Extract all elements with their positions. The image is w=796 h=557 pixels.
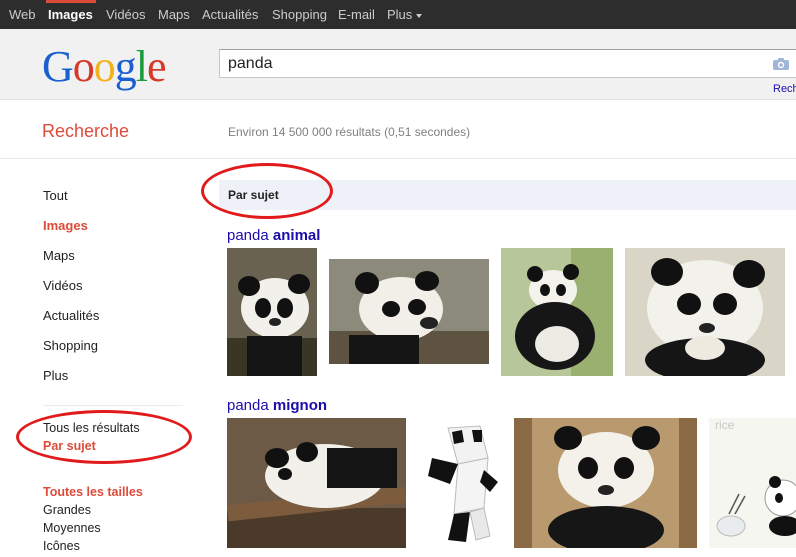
sidebar-item-maps[interactable]: Maps xyxy=(43,248,75,263)
nav-shopping[interactable]: Shopping xyxy=(272,0,327,29)
nav-videos[interactable]: Vidéos xyxy=(106,0,146,29)
sidebar-item-images[interactable]: Images xyxy=(43,218,88,233)
header: Google Rech xyxy=(0,29,796,100)
search-input[interactable] xyxy=(228,54,748,74)
image-thumbnail[interactable] xyxy=(227,418,406,548)
logo-letter: G xyxy=(42,42,74,91)
nav-maps[interactable]: Maps xyxy=(158,0,190,29)
group-title-panda-mignon[interactable]: panda mignon xyxy=(227,397,327,414)
sidebar-item-tout[interactable]: Tout xyxy=(43,188,68,203)
search-options-link[interactable]: Rech xyxy=(773,83,796,95)
sidebar-item-plus[interactable]: Plus xyxy=(43,368,68,383)
group-title-keyword: mignon xyxy=(272,397,328,414)
logo-letter: o xyxy=(93,42,116,91)
size-filter-medium[interactable]: Moyennes xyxy=(43,521,101,535)
nav-email[interactable]: E-mail xyxy=(338,0,375,29)
image-thumbnail[interactable] xyxy=(227,248,317,376)
sidebar-item-shopping[interactable]: Shopping xyxy=(43,338,98,353)
logo-letter: g xyxy=(114,42,137,91)
search-box xyxy=(219,49,796,78)
subject-header-label: Par sujet xyxy=(228,188,279,202)
size-filter-icons[interactable]: Icônes xyxy=(43,539,80,553)
top-navigation-bar: Web Images Vidéos Maps Actualités Shoppi… xyxy=(0,0,796,29)
group-title-keyword: animal xyxy=(272,227,321,244)
sidebar: Tout Images Maps Vidéos Actualités Shopp… xyxy=(0,160,200,557)
nav-actualites[interactable]: Actualités xyxy=(202,0,258,29)
thumbnail-watermark: rice xyxy=(715,418,735,432)
group-title-panda-animal[interactable]: panda animal xyxy=(227,227,320,244)
result-stats: Environ 14 500 000 résultats (0,51 secon… xyxy=(228,125,471,139)
image-thumbnail[interactable]: rice xyxy=(709,418,796,548)
size-filter-large[interactable]: Grandes xyxy=(43,503,91,517)
group-title-prefix: panda xyxy=(227,397,273,414)
logo-letter: o xyxy=(72,42,95,91)
nav-images[interactable]: Images xyxy=(48,0,93,29)
mode-by-subject[interactable]: Par sujet xyxy=(43,439,96,453)
image-thumbnail[interactable] xyxy=(329,259,489,364)
group-title-prefix: panda xyxy=(227,227,273,244)
image-thumbnail[interactable] xyxy=(625,248,785,376)
size-filter-heading[interactable]: Toutes les tailles xyxy=(43,485,143,499)
logo-letter: l xyxy=(135,42,148,91)
results-header: Recherche Environ 14 500 000 résultats (… xyxy=(0,101,796,159)
nav-web[interactable]: Web xyxy=(9,0,36,29)
sidebar-divider xyxy=(43,405,183,406)
camera-icon[interactable] xyxy=(772,57,790,71)
image-thumbnail[interactable] xyxy=(514,418,697,548)
mode-all-results[interactable]: Tous les résultats xyxy=(43,421,140,435)
chevron-down-icon xyxy=(416,13,423,18)
sidebar-item-videos[interactable]: Vidéos xyxy=(43,278,83,293)
page-title: Recherche xyxy=(42,121,130,141)
image-thumbnail[interactable] xyxy=(418,418,502,548)
subject-header-bar: Par sujet xyxy=(219,180,796,210)
nav-plus-label: Plus xyxy=(387,7,413,22)
sidebar-item-actualites[interactable]: Actualités xyxy=(43,308,99,323)
google-logo[interactable]: Google xyxy=(42,42,167,91)
nav-plus[interactable]: Plus xyxy=(387,0,423,29)
logo-letter: e xyxy=(147,42,167,91)
image-thumbnail[interactable] xyxy=(501,248,613,376)
